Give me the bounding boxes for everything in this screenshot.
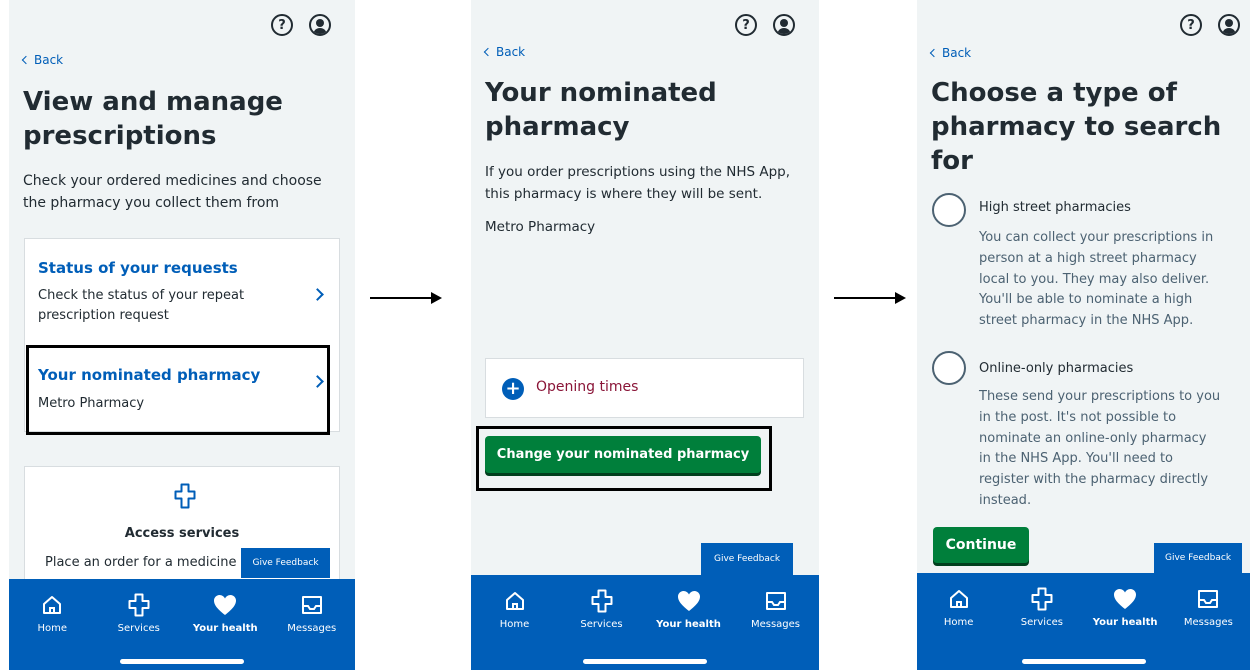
nav-your-health[interactable]: Your health	[182, 593, 269, 634]
nav-services[interactable]: Services	[558, 589, 645, 630]
home-icon	[948, 587, 970, 611]
page-title: View and manage prescriptions	[23, 87, 283, 151]
page-title: Choose a type of pharmacy to search for	[931, 78, 1222, 176]
nav-messages[interactable]: Messages	[1167, 587, 1250, 628]
plus-circle-icon: +	[502, 378, 524, 400]
nav-messages-label: Messages	[1183, 617, 1233, 628]
radio-high-street-label: High street pharmacies	[979, 200, 1131, 215]
highlight-box	[26, 345, 330, 435]
page-title: Your nominated pharmacy	[485, 78, 717, 142]
highlight-box	[476, 426, 772, 491]
nav-messages[interactable]: Messages	[732, 589, 819, 630]
screen-view-manage-prescriptions: ? Back View and manage prescriptions Che…	[9, 0, 355, 670]
top-icons: ?	[1180, 14, 1240, 36]
status-requests-desc: Check the status of your repeat prescrip…	[38, 288, 245, 324]
continue-button[interactable]: Continue	[933, 527, 1029, 563]
nav-home-label: Home	[37, 623, 68, 634]
opening-times-expander[interactable]: + Opening times	[485, 358, 804, 418]
account-icon[interactable]	[773, 14, 795, 36]
radio-online-only[interactable]	[932, 351, 966, 385]
bottom-nav: Home Services Your health Messages	[9, 579, 355, 670]
screen-choose-pharmacy-type: ? Back Choose a type of pharmacy to sear…	[917, 0, 1250, 670]
nav-home[interactable]: Home	[9, 593, 96, 634]
home-icon	[41, 593, 63, 617]
services-cross-icon	[128, 593, 150, 617]
status-requests-item[interactable]: Status of your requests Check the status…	[38, 239, 328, 339]
home-indicator	[120, 659, 244, 664]
opening-times-label: Opening times	[536, 379, 639, 395]
bottom-nav: Home Services Your health Messages	[917, 573, 1250, 670]
nav-your-health[interactable]: Your health	[645, 589, 732, 630]
services-cross-icon	[1031, 587, 1053, 611]
screen-nominated-pharmacy: ? Back Your nominated pharmacy If you or…	[471, 0, 819, 670]
pharmacy-name: Metro Pharmacy	[485, 219, 596, 235]
top-icons: ?	[735, 14, 795, 36]
nav-your-health-label: Your health	[1092, 617, 1158, 628]
help-icon[interactable]: ?	[735, 14, 757, 36]
flow-arrow	[370, 292, 442, 304]
give-feedback-button[interactable]: Give Feedback	[241, 548, 330, 578]
nav-messages[interactable]: Messages	[269, 593, 356, 634]
give-feedback-button[interactable]: Give Feedback	[701, 543, 793, 575]
back-link[interactable]: Back	[929, 46, 972, 60]
chevron-left-icon	[483, 47, 493, 57]
access-services-title: Access services	[124, 526, 240, 541]
give-feedback-button[interactable]: Give Feedback	[1154, 543, 1242, 573]
access-services-desc: Place an order for a medicine	[45, 555, 237, 570]
nav-services[interactable]: Services	[1000, 587, 1083, 628]
account-icon[interactable]	[309, 14, 331, 36]
nav-home[interactable]: Home	[917, 587, 1000, 628]
bottom-nav: Home Services Your health Messages	[471, 575, 819, 670]
chevron-left-icon	[929, 48, 939, 58]
chevron-right-icon	[311, 288, 324, 301]
heart-icon	[213, 593, 237, 617]
back-label: Back	[34, 53, 64, 67]
messages-icon	[1197, 587, 1219, 611]
radio-online-only-hint: These send your prescriptions to you in …	[979, 389, 1221, 508]
nav-services-label: Services	[117, 623, 160, 634]
home-indicator	[583, 659, 707, 664]
status-requests-link[interactable]: Status of your requests	[38, 259, 238, 277]
back-label: Back	[942, 46, 972, 60]
services-cross-icon	[174, 483, 196, 509]
heart-icon	[677, 589, 701, 613]
home-icon	[504, 589, 526, 613]
home-indicator	[1021, 659, 1146, 664]
help-icon[interactable]: ?	[271, 14, 293, 36]
help-icon[interactable]: ?	[1180, 14, 1202, 36]
messages-icon	[301, 593, 323, 617]
nav-services-label: Services	[580, 619, 623, 630]
page-lead: Check your ordered medicines and choose …	[23, 173, 322, 212]
heart-icon	[1113, 587, 1137, 611]
radio-high-street[interactable]	[932, 193, 966, 227]
nav-services[interactable]: Services	[96, 593, 183, 634]
top-icons: ?	[271, 14, 331, 36]
services-cross-icon	[591, 589, 613, 613]
back-link[interactable]: Back	[21, 53, 64, 67]
nav-messages-label: Messages	[287, 623, 337, 634]
nav-services-label: Services	[1020, 617, 1063, 628]
account-icon[interactable]	[1218, 14, 1240, 36]
nav-messages-label: Messages	[750, 619, 801, 630]
page-lead: If you order prescriptions using the NHS…	[485, 164, 791, 202]
chevron-left-icon	[21, 55, 31, 65]
nav-your-health-label: Your health	[192, 623, 258, 634]
radio-high-street-hint: You can collect your prescriptions in pe…	[979, 230, 1214, 329]
back-label: Back	[496, 45, 526, 59]
nav-your-health[interactable]: Your health	[1084, 587, 1167, 628]
back-link[interactable]: Back	[483, 45, 526, 59]
messages-icon	[765, 589, 787, 613]
radio-online-only-label: Online-only pharmacies	[979, 361, 1134, 376]
nav-home-label: Home	[943, 617, 974, 628]
nav-your-health-label: Your health	[656, 619, 721, 630]
flow-arrow	[834, 292, 906, 304]
nav-home[interactable]: Home	[471, 589, 558, 630]
nav-home-label: Home	[499, 619, 530, 630]
